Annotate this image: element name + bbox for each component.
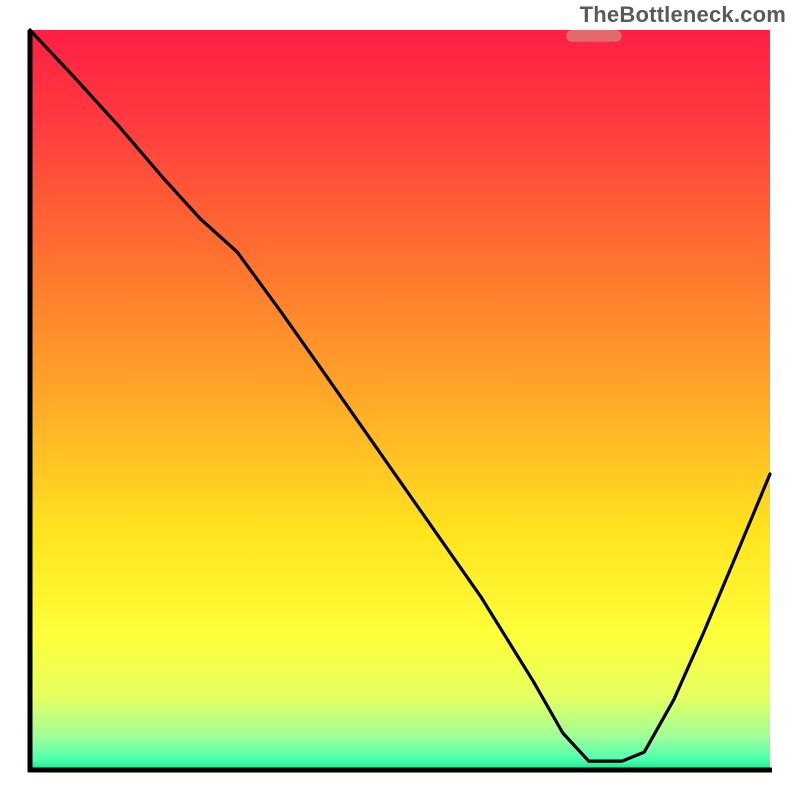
chart-container: TheBottleneck.com: [0, 0, 800, 800]
plot-background: [30, 30, 770, 770]
watermark-text: TheBottleneck.com: [580, 2, 786, 28]
chart-svg: [0, 0, 800, 800]
optimum-marker: [566, 30, 622, 42]
